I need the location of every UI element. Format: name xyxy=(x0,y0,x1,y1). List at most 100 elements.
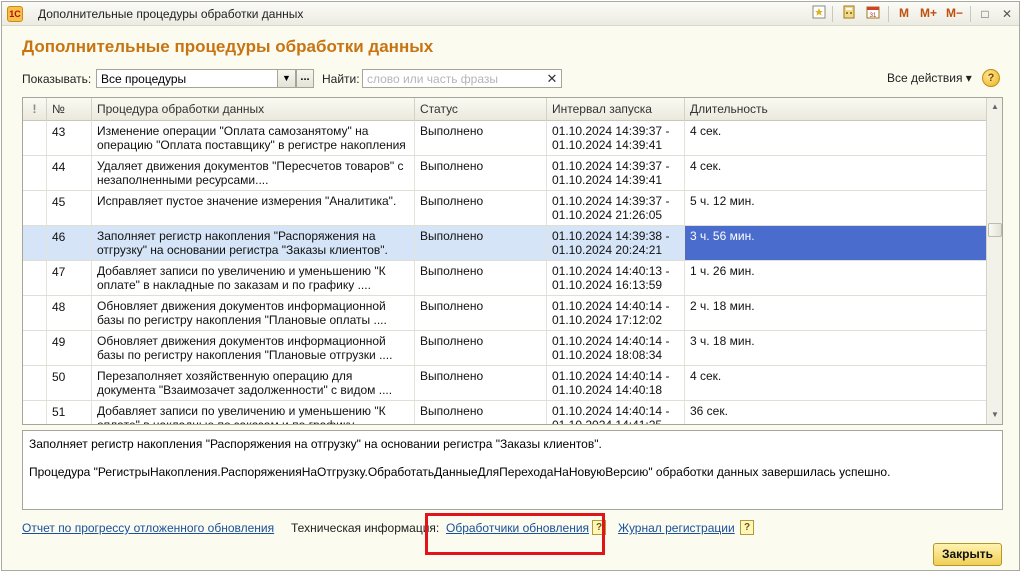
procedures-table[interactable]: ! № Процедура обработки данных Статус Ин… xyxy=(22,97,1003,425)
maximize-icon[interactable]: □ xyxy=(976,5,994,23)
row-duration: 2 ч. 18 мин. xyxy=(690,299,755,313)
row-interval: 01.10.2024 14:39:38 - 01.10.2024 20:24:2… xyxy=(547,226,685,260)
show-label: Показывать: xyxy=(22,72,92,86)
row-interval: 01.10.2024 14:40:14 - 01.10.2024 14:41:2… xyxy=(547,401,685,424)
help-icon[interactable]: ? xyxy=(982,69,1000,87)
memory-subtract-button[interactable]: M− xyxy=(946,6,963,20)
row-duration: 4 сек. xyxy=(690,159,722,173)
progress-report-link[interactable]: Отчет по прогрессу отложенного обновлени… xyxy=(22,521,274,535)
row-status: Выполнено xyxy=(415,331,547,365)
show-choose-button[interactable]: ... xyxy=(296,69,314,88)
event-log-help-icon[interactable]: ? xyxy=(740,520,754,535)
column-header-flag[interactable]: ! xyxy=(23,98,47,121)
row-procedure: Исправляет пустое значение измерения "Ан… xyxy=(92,191,415,225)
row-interval: 01.10.2024 14:39:37 - 01.10.2024 14:39:4… xyxy=(547,121,685,155)
details-result: Процедура "РегистрыНакопления.Распоряжен… xyxy=(29,465,891,479)
row-flag xyxy=(23,191,47,225)
memory-store-button[interactable]: M xyxy=(899,6,909,20)
row-number: 43 xyxy=(47,121,92,155)
scroll-thumb[interactable] xyxy=(988,223,1002,237)
row-status: Выполнено xyxy=(415,121,547,155)
row-procedure: Перезаполняет хозяйственную операцию для… xyxy=(92,366,415,400)
all-actions-menu[interactable]: Все действия ▾ xyxy=(887,71,972,85)
row-interval: 01.10.2024 14:40:14 - 01.10.2024 14:40:1… xyxy=(547,366,685,400)
annotation-highlight-frame xyxy=(425,513,605,555)
row-procedure: Обновляет движения документов информацио… xyxy=(92,296,415,330)
row-flag xyxy=(23,261,47,295)
table-row[interactable]: 51 Добавляет записи по увеличению и умен… xyxy=(23,401,986,424)
close-button[interactable]: Закрыть xyxy=(933,543,1002,566)
column-header-number[interactable]: № xyxy=(47,98,92,121)
row-flag xyxy=(23,401,47,424)
row-flag xyxy=(23,226,47,260)
table-row[interactable]: 49 Обновляет движения документов информа… xyxy=(23,331,986,366)
row-flag xyxy=(23,121,47,155)
scroll-up-icon[interactable]: ▲ xyxy=(987,98,1002,116)
clear-search-icon[interactable]: ✕ xyxy=(543,70,561,87)
row-duration: 5 ч. 12 мин. xyxy=(690,194,755,208)
row-procedure: Добавляет записи по увеличению и уменьше… xyxy=(92,401,415,424)
show-dropdown-button[interactable]: ▼ xyxy=(277,69,296,88)
close-window-icon[interactable]: ✕ xyxy=(998,5,1016,23)
row-status: Выполнено xyxy=(415,296,547,330)
row-interval: 01.10.2024 14:40:14 - 01.10.2024 18:08:3… xyxy=(547,331,685,365)
table-row[interactable]: 48 Обновляет движения документов информа… xyxy=(23,296,986,331)
search-input[interactable] xyxy=(362,69,562,88)
row-interval: 01.10.2024 14:39:37 - 01.10.2024 14:39:4… xyxy=(547,156,685,190)
row-number: 50 xyxy=(47,366,92,400)
row-duration: 4 сек. xyxy=(690,124,722,138)
app-logo-icon[interactable]: 1С xyxy=(7,6,23,22)
event-log-link[interactable]: Журнал регистрации xyxy=(618,521,735,535)
row-status: Выполнено xyxy=(415,401,547,424)
row-procedure: Обновляет движения документов информацио… xyxy=(92,331,415,365)
calendar-icon[interactable]: 31 xyxy=(864,5,882,23)
row-number: 45 xyxy=(47,191,92,225)
row-interval: 01.10.2024 14:39:37 - 01.10.2024 21:26:0… xyxy=(547,191,685,225)
find-label: Найти: xyxy=(322,72,360,86)
memory-add-button[interactable]: M+ xyxy=(920,6,937,20)
column-header-status[interactable]: Статус xyxy=(415,98,547,121)
row-procedure: Добавляет записи по увеличению и уменьше… xyxy=(92,261,415,295)
table-row[interactable]: 43 Изменение операции "Оплата самозанято… xyxy=(23,121,986,156)
row-duration: 3 ч. 18 мин. xyxy=(690,334,755,348)
window-title: Дополнительные процедуры обработки данны… xyxy=(38,7,304,21)
toolbar-separator xyxy=(970,6,971,22)
row-number: 51 xyxy=(47,401,92,424)
details-description: Заполняет регистр накопления "Распоряжен… xyxy=(29,437,602,451)
title-bar: 1С Дополнительные процедуры обработки да… xyxy=(2,2,1019,26)
toolbar-separator xyxy=(888,6,889,22)
details-panel: Заполняет регистр накопления "Распоряжен… xyxy=(22,430,1003,510)
row-status: Выполнено xyxy=(415,261,547,295)
tech-info-label: Техническая информация: xyxy=(291,521,440,535)
row-number: 46 xyxy=(47,226,92,260)
row-procedure: Удаляет движения документов "Пересчетов … xyxy=(92,156,415,190)
column-header-procedure[interactable]: Процедура обработки данных xyxy=(92,98,415,121)
row-duration: 4 сек. xyxy=(690,369,722,383)
row-number: 48 xyxy=(47,296,92,330)
row-number: 47 xyxy=(47,261,92,295)
row-number: 49 xyxy=(47,331,92,365)
calculator-icon[interactable] xyxy=(840,5,858,23)
table-row[interactable]: 44 Удаляет движения документов "Пересчет… xyxy=(23,156,986,191)
row-duration: 3 ч. 56 мин. xyxy=(685,226,986,260)
table-header: ! № Процедура обработки данных Статус Ин… xyxy=(23,98,986,121)
show-filter-select[interactable]: Все процедуры xyxy=(96,69,296,88)
column-header-interval[interactable]: Интервал запуска xyxy=(547,98,685,121)
table-row-selected[interactable]: 46 Заполняет регистр накопления "Распоря… xyxy=(23,226,986,261)
row-status: Выполнено xyxy=(415,226,547,260)
row-flag xyxy=(23,331,47,365)
row-interval: 01.10.2024 14:40:14 - 01.10.2024 17:12:0… xyxy=(547,296,685,330)
table-row[interactable]: 47 Добавляет записи по увеличению и умен… xyxy=(23,261,986,296)
table-row[interactable]: 50 Перезаполняет хозяйственную операцию … xyxy=(23,366,986,401)
toolbar-separator xyxy=(832,6,833,22)
scroll-down-icon[interactable]: ▼ xyxy=(987,406,1002,424)
row-interval: 01.10.2024 14:40:13 - 01.10.2024 16:13:5… xyxy=(547,261,685,295)
table-scrollbar[interactable]: ▲ ▼ xyxy=(986,98,1002,424)
column-header-duration[interactable]: Длительность xyxy=(685,98,986,121)
favorite-icon[interactable] xyxy=(810,5,828,23)
row-status: Выполнено xyxy=(415,191,547,225)
row-status: Выполнено xyxy=(415,366,547,400)
row-status: Выполнено xyxy=(415,156,547,190)
table-row[interactable]: 45 Исправляет пустое значение измерения … xyxy=(23,191,986,226)
row-procedure: Заполняет регистр накопления "Распоряжен… xyxy=(92,226,415,260)
